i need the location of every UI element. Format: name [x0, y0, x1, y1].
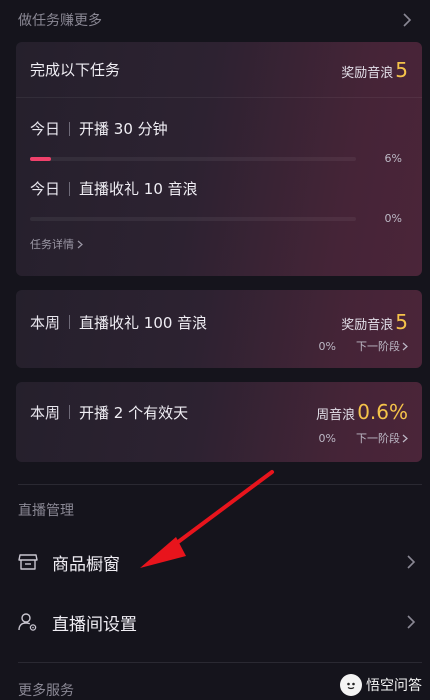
watermark-text: 悟空问答	[366, 678, 422, 694]
watermark: 悟空问答	[340, 674, 422, 696]
annotation-arrow	[140, 470, 274, 568]
wukong-logo-icon	[340, 674, 362, 696]
